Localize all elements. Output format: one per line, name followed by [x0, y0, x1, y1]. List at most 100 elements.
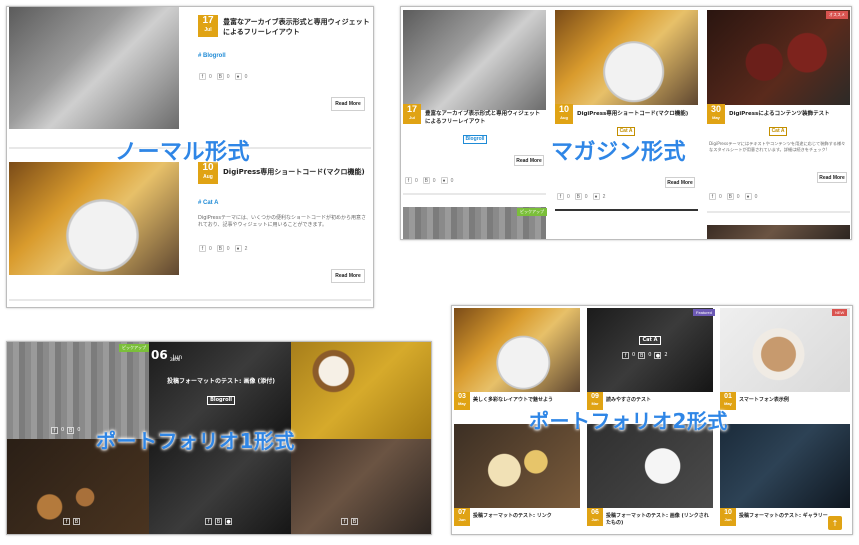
date-month: Jul: [409, 115, 415, 120]
post-date: 06 Jun 2006: [151, 344, 182, 363]
portfolio-item[interactable]: [587, 424, 713, 508]
bookmark-icon[interactable]: B: [67, 427, 75, 434]
share-counts: f B: [63, 518, 80, 525]
facebook-icon[interactable]: f: [557, 193, 564, 200]
facebook-icon[interactable]: f: [709, 193, 716, 200]
read-more-button[interactable]: Read More: [665, 177, 695, 188]
share-counts: f B: [341, 518, 358, 525]
comment-icon[interactable]: ●: [225, 518, 232, 525]
bookmark-icon[interactable]: B: [351, 518, 358, 525]
post-title[interactable]: 読みやすさのテスト: [606, 396, 710, 403]
pickup-tag: ピックアップ: [119, 344, 149, 352]
post-excerpt: DigiPressテーマには、いくつかの便利なショートコードが初めから用意されて…: [198, 215, 366, 229]
facebook-icon[interactable]: f: [341, 518, 348, 525]
bookmark-icon[interactable]: B: [574, 193, 582, 200]
bookmark-icon[interactable]: B: [216, 73, 224, 80]
post-title[interactable]: 投稿フォーマットのテスト: ギャラリー: [739, 512, 829, 519]
date-day: 30: [710, 104, 721, 114]
date-badge: 06 Jun: [587, 508, 603, 526]
category-link[interactable]: Cat A: [639, 336, 661, 345]
share-counts: f0 B0 ● 0: [199, 73, 249, 80]
post-title[interactable]: 投稿フォーマットのテスト: リンク: [473, 512, 577, 519]
category-link[interactable]: Cat A: [769, 127, 787, 136]
portfolio-item[interactable]: [291, 342, 431, 439]
label-normal-format: ノーマル形式: [115, 140, 251, 165]
comment-icon[interactable]: ●: [440, 177, 448, 184]
read-more-button[interactable]: Read More: [331, 269, 365, 283]
date-badge: 10 Jun: [720, 508, 736, 526]
portfolio-item[interactable]: [454, 308, 580, 392]
share-counts: f0 B0 ● 2: [557, 193, 607, 200]
date-badge: 17 Jul: [198, 15, 218, 37]
post-title[interactable]: スマートフォン表示例: [739, 396, 847, 403]
post-thumbnail[interactable]: [9, 162, 179, 275]
date-badge: 30 May: [707, 104, 725, 124]
post-title[interactable]: DigiPressによるコンテンツ装飾テスト: [729, 110, 849, 118]
category-link[interactable]: # Cat A: [198, 200, 218, 206]
magazine-format-panel: 17 Jul 豊富なアーカイブ表示形式と専用ウィジェットによるフリーレイアウト …: [400, 6, 852, 240]
share-counts: f0 B0 ● 0: [405, 177, 455, 184]
portfolio-item[interactable]: [291, 439, 431, 534]
facebook-icon[interactable]: f: [199, 73, 206, 80]
date-month: May: [712, 115, 720, 120]
read-more-button[interactable]: Read More: [514, 155, 544, 166]
comment-icon[interactable]: ●: [744, 193, 752, 200]
post-thumbnail[interactable]: [707, 225, 850, 239]
portfolio-item[interactable]: [454, 424, 580, 508]
new-tag: NEW: [832, 309, 848, 316]
date-month: Aug: [203, 174, 213, 180]
date-day: 10: [558, 104, 569, 114]
date-day: 06: [151, 348, 168, 362]
comment-icon[interactable]: ●: [234, 73, 242, 80]
facebook-icon[interactable]: f: [205, 518, 212, 525]
comment-icon[interactable]: ●: [654, 352, 662, 359]
read-more-button[interactable]: Read More: [817, 172, 847, 183]
bookmark-icon[interactable]: B: [726, 193, 734, 200]
bookmark-icon[interactable]: B: [73, 518, 80, 525]
portfolio-item[interactable]: [720, 308, 850, 392]
comment-icon[interactable]: ●: [234, 245, 242, 252]
post-title[interactable]: 豊富なアーカイブ表示形式と専用ウィジェットによるフリーレイアウト: [223, 17, 371, 37]
post-title[interactable]: 美しく多彩なレイアウトで魅せよう: [473, 396, 577, 403]
post-title[interactable]: 投稿フォーマットのテスト: 画像 (リンクされたもの): [606, 512, 710, 526]
recommend-tag: オススメ: [826, 11, 848, 19]
date-day: 17: [406, 104, 417, 114]
bookmark-icon[interactable]: B: [638, 352, 646, 359]
portfolio-item[interactable]: [720, 424, 850, 508]
category-link[interactable]: Blogroll: [207, 396, 235, 405]
pickup-tag: ピックアップ: [517, 208, 547, 216]
facebook-icon[interactable]: f: [405, 177, 412, 184]
post-thumbnail[interactable]: [403, 10, 546, 110]
comment-icon[interactable]: ●: [592, 193, 600, 200]
post-thumbnail[interactable]: [9, 7, 179, 129]
facebook-icon[interactable]: f: [622, 352, 629, 359]
read-more-button[interactable]: Read More: [331, 97, 365, 111]
category-link[interactable]: Blogroll: [463, 135, 487, 144]
post-excerpt: DigiPressテーマにはテキストやコンテンツを用途に応じて装飾する様々なスタ…: [709, 141, 846, 153]
bookmark-icon[interactable]: B: [422, 177, 430, 184]
share-counts: f0 B0 ● 0: [709, 193, 759, 200]
date-badge: 07 Jun: [454, 508, 470, 526]
divider: [403, 193, 546, 195]
facebook-icon[interactable]: f: [51, 427, 58, 434]
post-thumbnail[interactable]: [707, 10, 850, 105]
label-portfolio1-format: ポートフォリオ1形式: [96, 429, 295, 453]
bookmark-icon[interactable]: B: [215, 518, 222, 525]
portfolio-item-hover[interactable]: [587, 308, 713, 392]
post-title[interactable]: DigiPress専用ショートコード(マクロ機能): [223, 167, 371, 177]
post-title[interactable]: 豊富なアーカイブ表示形式と専用ウィジェットによるフリーレイアウト: [425, 110, 543, 126]
facebook-icon[interactable]: f: [199, 245, 206, 252]
date-year: 2006: [170, 357, 181, 362]
post-title[interactable]: 投稿フォーマットのテスト: 画像 (添付): [157, 376, 285, 385]
share-counts: f0 B0 ● 2: [622, 352, 668, 359]
date-badge: 17 Jul: [403, 104, 421, 124]
divider: [555, 209, 698, 211]
post-title[interactable]: DigiPress専用ショートコード(マクロ機能): [577, 110, 695, 118]
post-thumbnail[interactable]: [555, 10, 698, 105]
bookmark-icon[interactable]: B: [216, 245, 224, 252]
category-link[interactable]: # Blogroll: [198, 53, 226, 59]
arrow-up-icon[interactable]: ↑: [828, 516, 842, 530]
date-badge: 10 Aug: [555, 104, 573, 124]
label-portfolio2-format: ポートフォリオ2形式: [529, 409, 728, 433]
facebook-icon[interactable]: f: [63, 518, 70, 525]
